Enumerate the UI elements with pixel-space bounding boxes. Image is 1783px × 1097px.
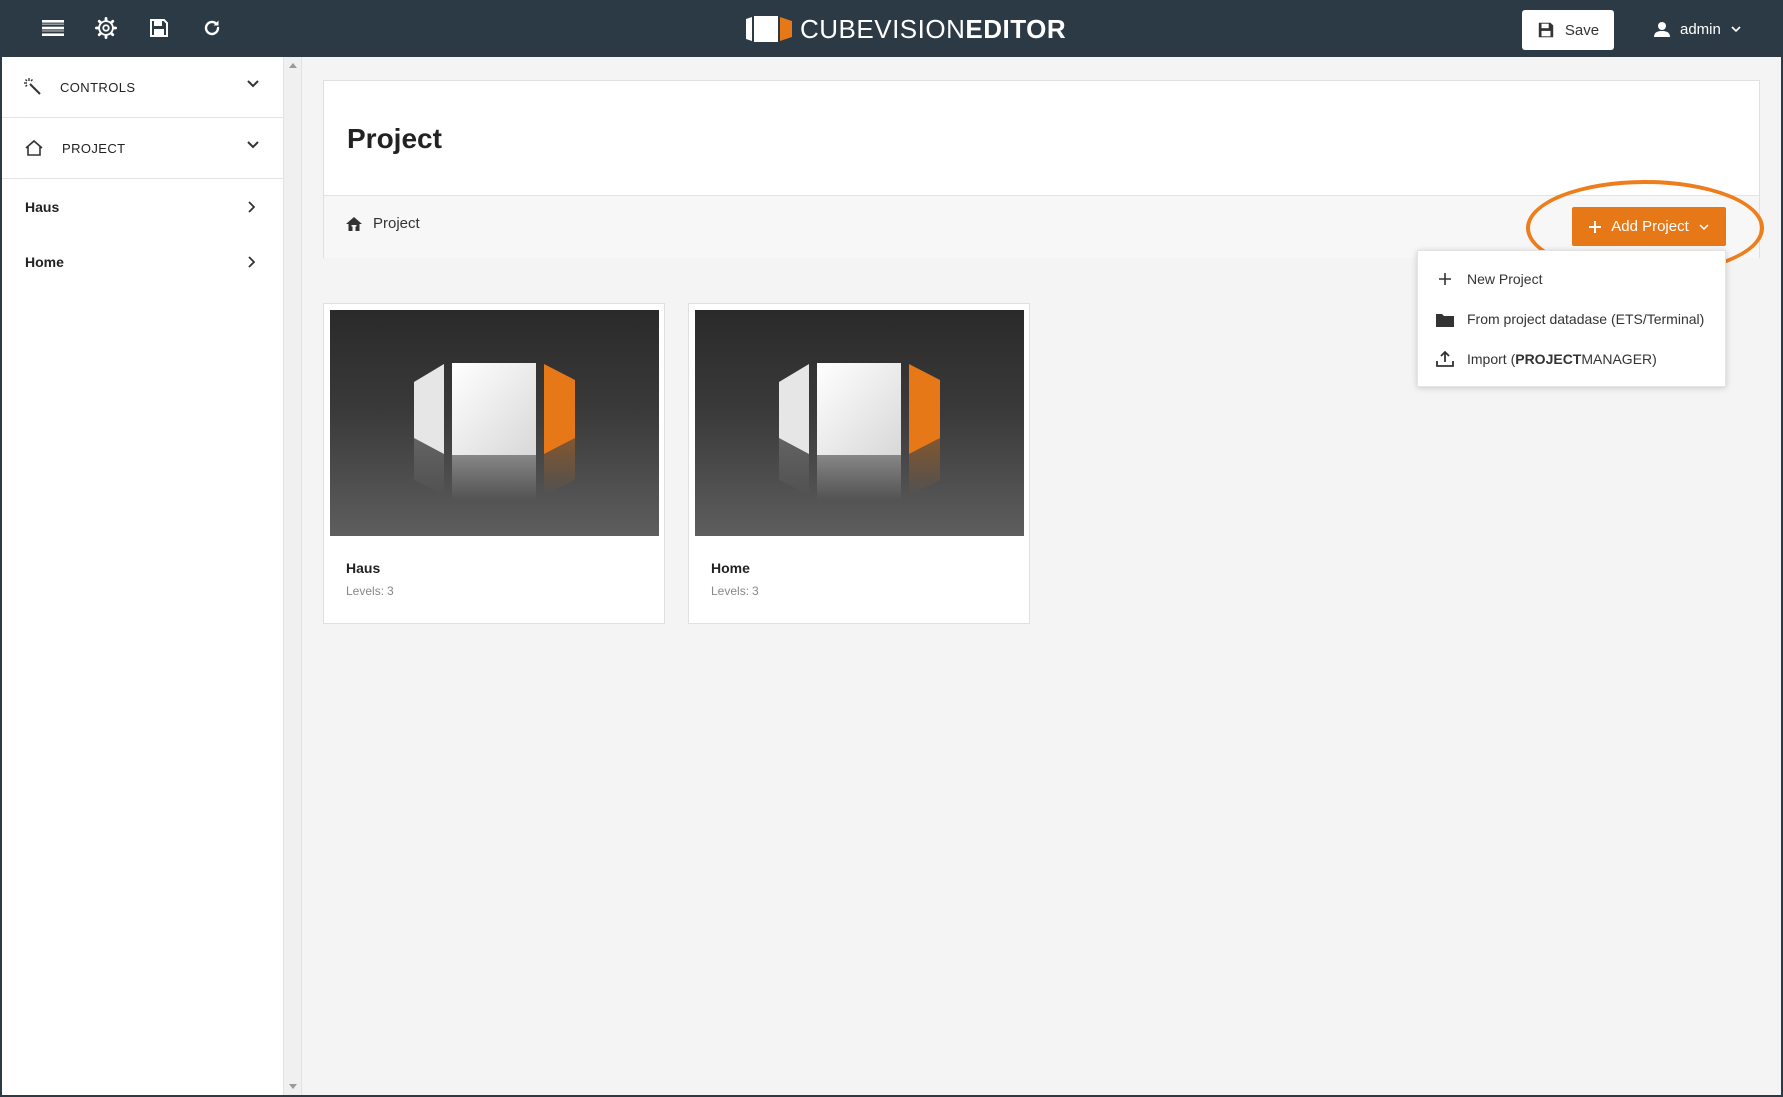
- upload-icon: [1436, 351, 1454, 367]
- page-title: Project: [347, 123, 442, 154]
- top-bar: CUBEVISIONEDITOR Save admin: [2, 0, 1781, 57]
- sidebar: CONTROLS PROJECT Haus Home: [2, 57, 284, 1095]
- refresh-icon[interactable]: [198, 14, 226, 42]
- brand-name: CUBEVISIONEDITOR: [800, 13, 1067, 44]
- add-project-button[interactable]: Add Project: [1572, 207, 1726, 246]
- scroll-down-arrow[interactable]: [289, 1084, 297, 1089]
- menu-icon[interactable]: [39, 14, 67, 42]
- project-thumbnail: [695, 310, 1024, 536]
- project-levels: Levels: 3: [346, 584, 394, 598]
- cube-logo-image: [414, 363, 575, 500]
- folder-icon: [1436, 313, 1454, 327]
- save-button-label: Save: [1564, 21, 1600, 39]
- menu-item-label: Import (PROJECTMANAGER): [1467, 351, 1657, 367]
- project-name: Haus: [346, 560, 381, 576]
- cube-logo-icon: [746, 16, 792, 42]
- sidebar-section-controls[interactable]: CONTROLS: [2, 57, 283, 118]
- menu-item-from-database[interactable]: From project datadase (ETS/Terminal): [1418, 299, 1725, 339]
- breadcrumb[interactable]: Project: [345, 215, 420, 232]
- menu-item-new-project[interactable]: New Project: [1418, 259, 1725, 299]
- project-levels: Levels: 3: [711, 584, 759, 598]
- home-outline-icon: [25, 139, 43, 156]
- gear-icon[interactable]: [92, 14, 120, 42]
- home-icon: [346, 216, 362, 231]
- sidebar-item-label: Home: [25, 253, 64, 270]
- menu-item-label: New Project: [1467, 271, 1543, 287]
- add-project-label: Add Project: [1611, 218, 1689, 235]
- sidebar-scrollbar[interactable]: [284, 57, 302, 1095]
- sidebar-section-label: PROJECT: [62, 140, 126, 156]
- sidebar-section-project[interactable]: PROJECT: [2, 118, 283, 179]
- sidebar-item-home[interactable]: Home: [2, 234, 283, 289]
- project-thumbnail: [330, 310, 659, 536]
- user-name: admin: [1680, 20, 1721, 38]
- sidebar-item-label: Haus: [25, 198, 60, 215]
- project-card-haus[interactable]: Haus Levels: 3: [323, 303, 665, 624]
- chevron-down-icon: [247, 141, 259, 149]
- scroll-up-arrow[interactable]: [289, 63, 297, 68]
- user-icon: [1654, 22, 1670, 37]
- magic-wand-icon: [24, 78, 41, 95]
- cube-logo-image: [779, 363, 940, 500]
- plus-icon: [1439, 273, 1451, 285]
- page-header: Project Project: [323, 80, 1760, 258]
- menu-item-label: From project datadase (ETS/Terminal): [1467, 311, 1705, 327]
- project-name: Home: [711, 560, 750, 576]
- chevron-down-icon: [1731, 26, 1741, 33]
- floppy-disk-icon: [1538, 22, 1554, 38]
- sidebar-section-label: CONTROLS: [60, 79, 136, 95]
- breadcrumb-bar: Project: [324, 195, 1759, 258]
- plus-icon: [1589, 220, 1602, 233]
- sidebar-item-haus[interactable]: Haus: [2, 179, 283, 234]
- project-card-home[interactable]: Home Levels: 3: [688, 303, 1030, 624]
- brand-logo: CUBEVISIONEDITOR: [744, 12, 1066, 46]
- chevron-right-icon: [248, 201, 255, 213]
- app-window: CUBEVISIONEDITOR Save admin CONTROLS PRO…: [2, 0, 1781, 1095]
- chevron-down-icon: [1699, 223, 1709, 230]
- chevron-right-icon: [248, 256, 255, 268]
- user-menu[interactable]: admin: [1654, 14, 1741, 44]
- breadcrumb-label: Project: [373, 215, 420, 232]
- menu-item-import[interactable]: Import (PROJECTMANAGER): [1418, 339, 1725, 379]
- save-button[interactable]: Save: [1522, 10, 1614, 50]
- chevron-down-icon: [247, 80, 259, 88]
- add-project-menu: New Project From project datadase (ETS/T…: [1417, 250, 1726, 387]
- floppy-disk-icon[interactable]: [145, 14, 173, 42]
